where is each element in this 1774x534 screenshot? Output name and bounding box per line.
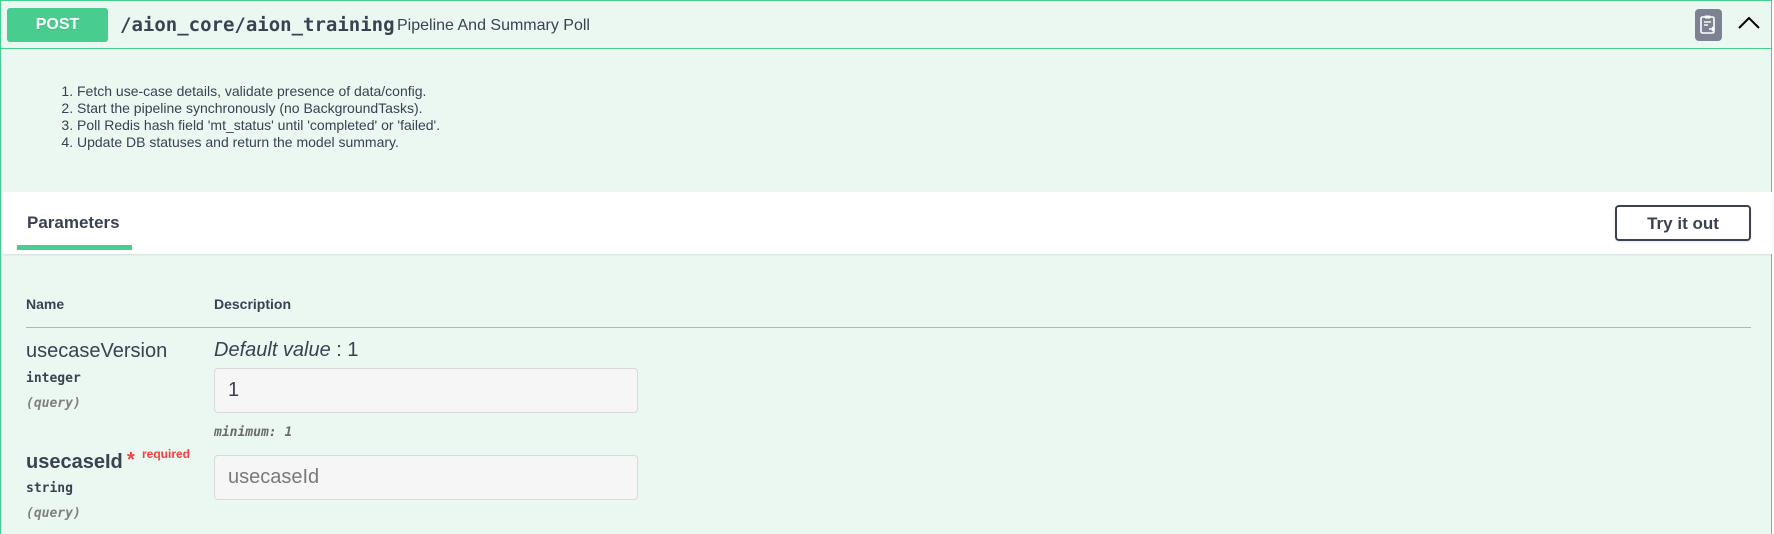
endpoint-path: /aion_core/aion_training (120, 14, 395, 36)
operation-summary-text: Pipeline And Summary Poll (397, 17, 590, 34)
default-value-separator: : (330, 339, 348, 361)
column-header-name: Name (26, 296, 65, 312)
operation-description: Fetch use-case details, validate presenc… (59, 83, 440, 151)
default-value-label: Default value (214, 339, 331, 361)
operation-block-post: POST /aion_core/aion_training Pipeline A… (0, 0, 1772, 534)
http-method-badge: POST (7, 8, 108, 42)
description-step: Start the pipeline synchronously (no Bac… (77, 100, 440, 117)
operation-summary[interactable]: POST /aion_core/aion_training Pipeline A… (1, 1, 1771, 49)
description-step: Poll Redis hash field 'mt_status' until … (77, 117, 440, 134)
copy-path-button[interactable] (1695, 9, 1722, 41)
try-it-out-button[interactable]: Try it out (1615, 205, 1751, 241)
table-divider (26, 327, 1751, 328)
param-constraint-usecaseversion: minimum: 1 (214, 425, 293, 440)
param-name-usecaseid: usecaseId (26, 451, 123, 473)
copy-to-clipboard-icon (1700, 15, 1715, 34)
param-type-usecaseversion: integer (26, 371, 81, 386)
usecaseid-input[interactable] (214, 455, 638, 500)
tab-parameters[interactable]: Parameters (17, 192, 132, 252)
description-step: Update DB statuses and return the model … (77, 134, 440, 151)
default-value: 1 (347, 339, 359, 361)
required-asterisk: * (127, 449, 135, 471)
collapse-button[interactable] (1737, 13, 1761, 33)
description-step: Fetch use-case details, validate presenc… (77, 83, 440, 100)
active-tab-indicator (17, 245, 132, 250)
tab-parameters-label: Parameters (27, 213, 120, 232)
param-name-usecaseversion: usecaseVersion (26, 340, 168, 362)
required-label: required (142, 447, 191, 461)
parameters-header: Parameters Try it out (2, 192, 1772, 254)
param-location-usecaseversion: (query) (26, 396, 81, 411)
param-default-usecaseversion: Default value : 1 (214, 339, 359, 362)
param-location-usecaseid: (query) (26, 506, 81, 521)
usecaseversion-input[interactable] (214, 368, 638, 413)
column-header-description: Description (214, 296, 292, 312)
chevron-up-icon (1738, 16, 1760, 29)
param-type-usecaseid: string (26, 481, 73, 496)
